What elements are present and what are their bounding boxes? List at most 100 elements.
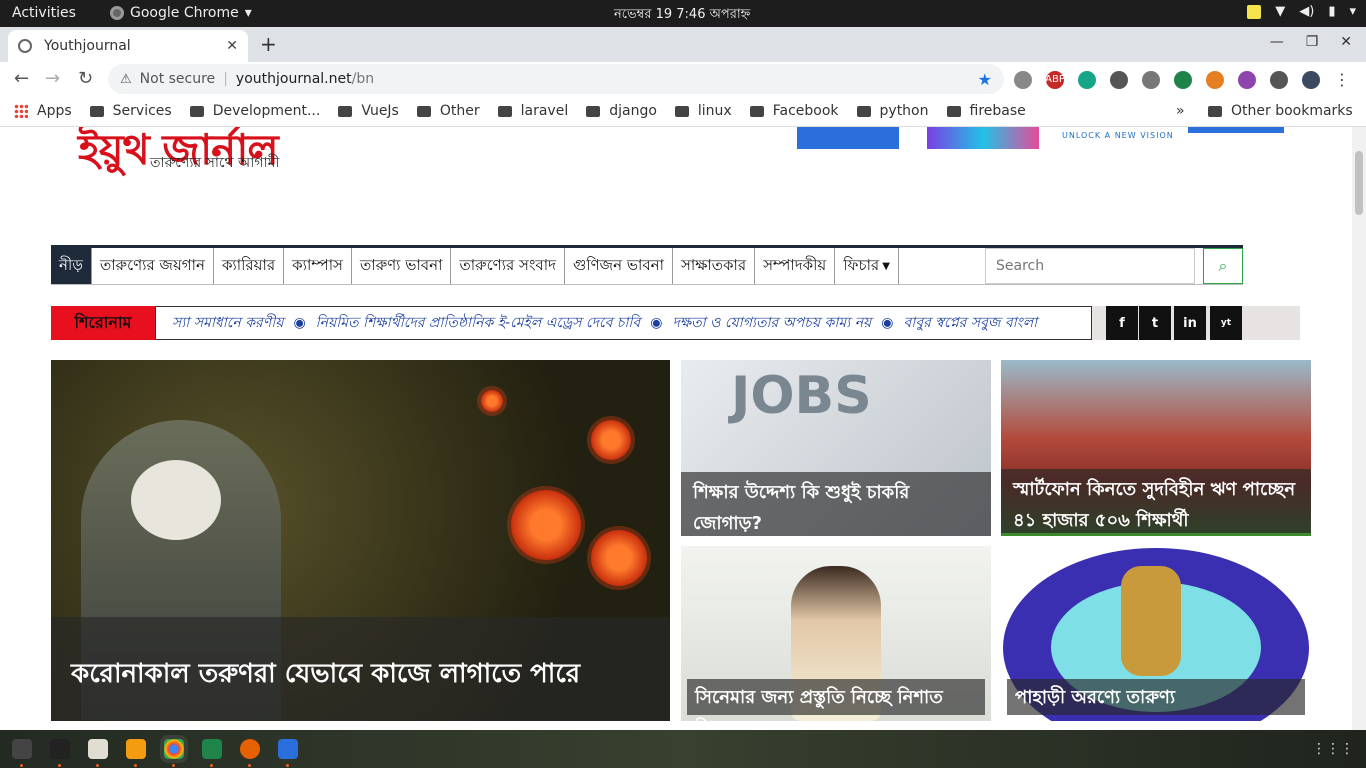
address-bar[interactable]: ⚠ Not secure | youthjournal.net /bn ★ [108,64,1004,94]
close-icon[interactable]: ✕ [226,38,238,54]
activities-button[interactable]: Activities [12,5,76,21]
nav-feature-dropdown[interactable]: ফিচার ▼ [835,248,899,284]
ticker-item[interactable]: বাবুর স্বপ্নের সবুজ বাংলা [904,311,1038,335]
site-logo[interactable]: ইয়ুথ জার্নাল তারুণ্যের সাথে আগামী [78,127,279,188]
search-input[interactable] [985,248,1195,284]
story-title[interactable]: করোনাকাল তরুণরা যেভাবে কাজে লাগাতে পারে [51,617,670,721]
ad-banner[interactable] [797,127,899,149]
not-secure-label[interactable]: Not secure [140,71,216,87]
bookmark-vuejs[interactable]: VueJs [338,103,399,119]
story-title[interactable]: সিনেমার জন্য প্রস্তুতি নিচ্ছে নিশাত প্রি… [687,679,985,721]
adblock-icon[interactable]: ABP [1045,70,1065,89]
bookmark-python[interactable]: python [856,103,929,119]
ticker-item[interactable]: নিয়মিত শিক্ষার্থীদের প্রাতিষ্ঠানিক ই-মে… [316,311,641,335]
featured-story-main[interactable]: করোনাকাল তরুণরা যেভাবে কাজে লাগাতে পারে [51,360,670,721]
avatar[interactable] [1302,70,1320,89]
show-apps-icon[interactable]: ⋮⋮⋮ [1312,741,1354,757]
nav-item[interactable]: গুণিজন ভাবনা [565,248,673,284]
ticker-label: শিরোনাম [51,306,155,340]
web-page: ইয়ুথ জার্নাল তারুণ্যের সাথে আগামী UNLOC… [0,127,1352,730]
ad-banner[interactable] [1188,127,1284,133]
nav-item[interactable]: সাক্ষাতকার [673,248,756,284]
story-title[interactable]: স্মার্টফোন কিনতে সুদবিহীন ঋণ পাচ্ছেন ৪১ … [1001,469,1311,533]
featured-story-hills[interactable]: পাহাড়ী অরণ্যে তারুণ্য [1001,546,1311,721]
nav-item[interactable]: তারুণ্য ভাবনা [352,248,452,284]
browser-tab[interactable]: Youthjournal ✕ [8,30,248,62]
menu-icon[interactable]: ⋮ [1334,70,1350,89]
nav-home[interactable]: নীড় [51,248,92,284]
warning-icon[interactable]: ⚠ [120,72,132,87]
maximize-icon[interactable]: ❐ [1306,34,1319,50]
nav-item[interactable]: সম্পাদকীয় [755,248,836,284]
ticker-item[interactable]: দক্ষতা ও যোগ্যতার অপচয় কাম্য নয় [672,311,871,335]
globe-icon: ◉ [293,315,306,331]
bookmark-label: Facebook [772,103,839,119]
code-icon[interactable] [1142,70,1160,89]
story-title[interactable]: শিক্ষার উদ্দেশ্য কি শুধুই চাকরি জোগাড়? [681,472,991,536]
nav-item[interactable]: তারুণ্যের সংবাদ [451,248,565,284]
bookmark-facebook[interactable]: Facebook [749,103,839,119]
bookmark-label: VueJs [361,103,399,119]
linkedin-icon[interactable]: in [1174,306,1206,340]
youtube-icon[interactable]: yt [1210,306,1242,340]
globe-icon: ◉ [650,315,663,331]
chevron-down-icon: ▾ [244,5,252,21]
puzzle-icon[interactable] [1270,70,1288,89]
ticker-item[interactable]: স্যা সমাধানে করণীয় [172,311,283,335]
nav-item[interactable]: ক্যারিয়ার [214,248,285,284]
files-icon[interactable] [88,739,108,767]
firefox-icon[interactable] [240,739,260,767]
bookmark-laravel[interactable]: laravel [497,103,568,119]
bookmark-services[interactable]: Services [89,103,172,119]
bookmark-firebase[interactable]: firebase [946,103,1026,119]
chrome-icon[interactable] [160,735,188,767]
pycharm-icon[interactable] [202,739,222,767]
taskbar: ⋮⋮⋮ [0,730,1366,768]
text-editor-icon[interactable] [278,739,298,767]
page-scrollbar[interactable] [1352,127,1366,730]
move-icon[interactable] [1110,70,1128,89]
close-window-icon[interactable]: ✕ [1340,34,1352,50]
app-menu[interactable]: Google Chrome ▾ [110,5,252,21]
twitter-icon[interactable]: t [1139,306,1171,340]
facebook-icon[interactable]: f [1106,306,1138,340]
main-nav: নীড় তারুণ্যের জয়গান ক্যারিয়ার ক্যাম্প… [51,245,1243,285]
pen-icon[interactable] [1238,70,1256,89]
terminal-alt-icon[interactable] [50,739,70,767]
mail-icon[interactable] [1078,70,1096,89]
folder-icon [856,105,871,117]
sublime-icon[interactable] [126,739,146,767]
clock[interactable]: নভেম্বর 19 7:46 অপরাহ্ন [614,5,750,26]
bookmarks-overflow-button[interactable]: » [1176,103,1185,119]
nav-item[interactable]: তারুণ্যের জয়গান [92,248,214,284]
story-title[interactable]: পাহাড়ী অরণ্যে তারুণ্য [1007,679,1305,715]
bookmark-label: firebase [969,103,1026,119]
system-tray[interactable]: ▼ ◀) ▮ ▾ [1247,4,1356,19]
color-icon[interactable] [1206,70,1224,89]
bookmark-development[interactable]: Development... [189,103,320,119]
bookmark-linux[interactable]: linux [674,103,732,119]
scrollbar-thumb[interactable] [1355,151,1363,215]
new-tab-button[interactable]: + [260,32,277,56]
vue-icon[interactable] [1174,70,1192,89]
url-separator: | [223,71,228,87]
terminal-icon[interactable] [12,739,32,767]
camera-icon[interactable] [1014,70,1032,89]
forward-icon[interactable]: → [45,68,60,89]
bookmark-other[interactable]: Other [416,103,480,119]
bookmark-other-bookmarks[interactable]: Other bookmarks [1208,103,1353,119]
search-button[interactable]: ⌕ [1203,248,1243,284]
reload-icon[interactable]: ↻ [78,68,93,89]
nav-item[interactable]: ক্যাম্পাস [284,248,352,284]
featured-story-film[interactable]: সিনেমার জন্য প্রস্তুতি নিচ্ছে নিশাত প্রি… [681,546,991,721]
bookmark-apps[interactable]: Apps [14,103,72,119]
virus-image [481,390,503,412]
featured-story-campus[interactable]: স্মার্টফোন কিনতে সুদবিহীন ঋণ পাচ্ছেন ৪১ … [1001,360,1311,536]
featured-story-jobs[interactable]: JOBS শিক্ষার উদ্দেশ্য কি শুধুই চাকরি জোগ… [681,360,991,536]
ad-banner[interactable] [927,127,1039,149]
back-icon[interactable]: ← [14,68,29,89]
notes-icon[interactable] [1247,4,1262,19]
bookmark-star-icon[interactable]: ★ [978,70,992,89]
bookmark-django[interactable]: django [586,103,657,119]
minimize-icon[interactable]: — [1270,34,1284,50]
